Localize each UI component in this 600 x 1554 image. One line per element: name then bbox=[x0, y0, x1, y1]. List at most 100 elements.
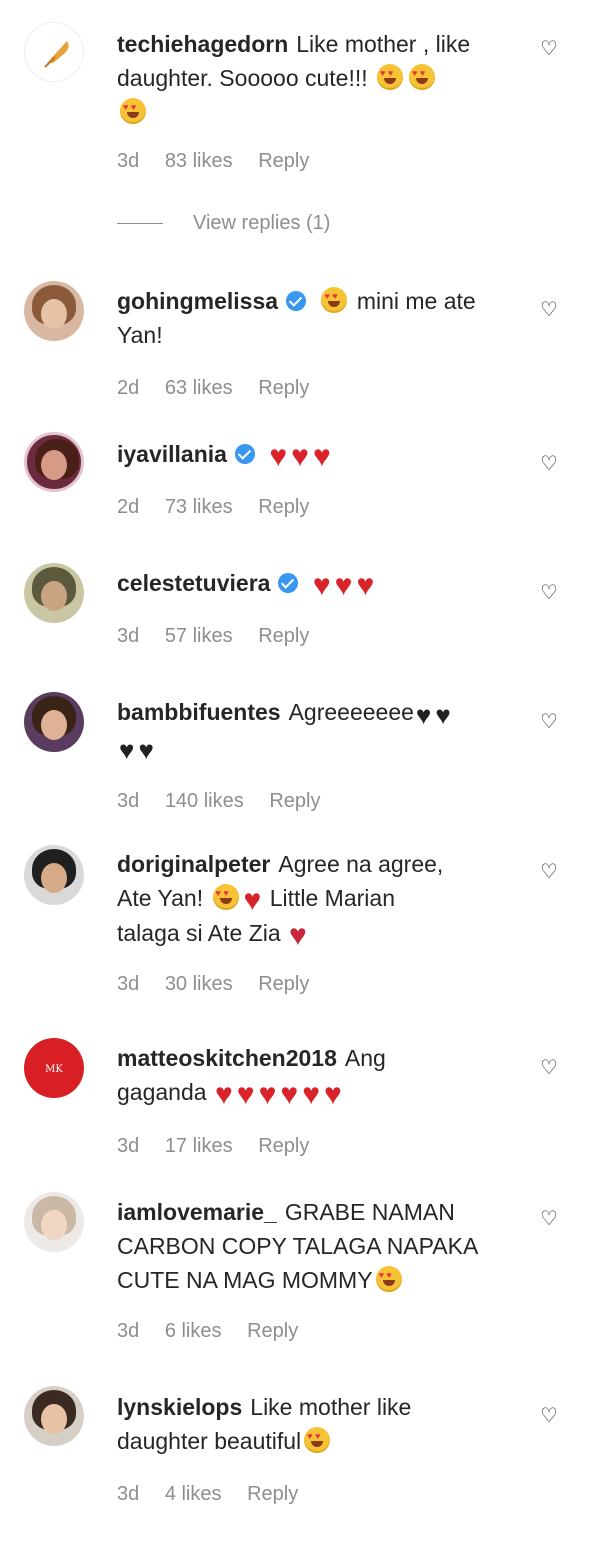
like-count[interactable]: 83 likes bbox=[165, 150, 233, 172]
smiling-face-with-hearts-icon bbox=[377, 64, 404, 90]
comment-body: matteoskitchen2018 Ang gaganda ♥ ♥ ♥ ♥ ♥ ♥ bbox=[117, 1041, 517, 1110]
username[interactable]: bambbifuentes bbox=[117, 699, 281, 725]
reply-button[interactable]: Reply bbox=[247, 1320, 298, 1342]
comment-time: 2d bbox=[117, 496, 140, 518]
comment-meta: 3d 83 likes Reply bbox=[117, 150, 329, 173]
comment-body: lynskielops Like mother like daughter bea… bbox=[117, 1390, 517, 1458]
like-count[interactable]: 4 likes bbox=[165, 1483, 222, 1505]
comment-body: doriginalpeter Agree na agree, Ate Yan! ♥… bbox=[117, 847, 517, 951]
comment-body: techiehagedorn Like mother , like daughte… bbox=[117, 27, 517, 129]
username[interactable]: matteoskitchen2018 bbox=[117, 1045, 337, 1071]
feather-logo-icon bbox=[44, 41, 69, 68]
reply-button[interactable]: Reply bbox=[258, 496, 309, 518]
heart-outline-icon[interactable]: ♡ bbox=[538, 861, 560, 883]
username[interactable]: lynskielops bbox=[117, 1394, 242, 1420]
comment-meta: 3d 140 likes Reply bbox=[117, 790, 340, 813]
comment-text: Little Marian bbox=[269, 885, 395, 911]
reply-button[interactable]: Reply bbox=[258, 150, 309, 172]
avatar[interactable] bbox=[24, 692, 84, 752]
comment-text: gaganda bbox=[117, 1079, 207, 1105]
username[interactable]: doriginalpeter bbox=[117, 851, 270, 877]
comment-time: 3d bbox=[117, 1483, 140, 1505]
smiling-face-with-hearts-icon bbox=[120, 98, 146, 124]
username[interactable]: techiehagedorn bbox=[117, 31, 288, 57]
comment-time: 3d bbox=[117, 790, 140, 812]
reply-button[interactable]: Reply bbox=[247, 1483, 298, 1505]
comment-text: Agreeeeeee bbox=[288, 699, 414, 725]
verified-badge-icon bbox=[234, 444, 255, 464]
reply-button[interactable]: Reply bbox=[269, 790, 320, 812]
verified-badge-icon bbox=[286, 291, 307, 311]
red-heart-icon: ♥ bbox=[324, 1078, 342, 1111]
red-heart-icon: ♥ bbox=[258, 1078, 277, 1111]
comment-text: mini me ate bbox=[356, 288, 476, 314]
comment-meta: 3d 57 likes Reply bbox=[117, 625, 329, 648]
comment-time: 3d bbox=[117, 1135, 140, 1157]
comment-time: 3d bbox=[117, 625, 140, 647]
heart-outline-icon[interactable]: ♡ bbox=[538, 711, 560, 733]
username[interactable]: celestetuviera bbox=[117, 570, 270, 596]
like-count[interactable]: 57 likes bbox=[165, 625, 233, 647]
svg-text:MK: MK bbox=[45, 1064, 63, 1075]
reply-button[interactable]: Reply bbox=[258, 377, 309, 399]
like-count[interactable]: 140 likes bbox=[165, 790, 244, 812]
comment-text: CARBON COPY TALAGA NAPAKA bbox=[117, 1233, 479, 1259]
avatar[interactable] bbox=[24, 1192, 84, 1252]
heart-outline-icon[interactable]: ♡ bbox=[538, 582, 560, 604]
red-heart-icon: ♥ bbox=[280, 1078, 299, 1111]
comment-text: Agree na agree, bbox=[278, 851, 444, 877]
heart-outline-icon[interactable]: ♡ bbox=[538, 1208, 560, 1230]
reply-button[interactable]: Reply bbox=[258, 625, 309, 647]
red-heart-icon: ♥ bbox=[302, 1078, 320, 1111]
black-heart-icon: ♥ bbox=[138, 735, 154, 765]
comment-text: Like mother , like bbox=[296, 31, 471, 57]
like-count[interactable]: 63 likes bbox=[165, 377, 233, 399]
comment-text: GRABE NAMAN bbox=[284, 1199, 455, 1225]
avatar[interactable] bbox=[24, 845, 84, 905]
heart-outline-icon[interactable]: ♡ bbox=[538, 453, 560, 475]
like-count[interactable]: 30 likes bbox=[165, 973, 233, 995]
verified-badge-icon bbox=[278, 573, 299, 593]
divider bbox=[117, 223, 163, 224]
heart-outline-icon[interactable]: ♡ bbox=[538, 38, 560, 60]
comment-time: 3d bbox=[117, 150, 140, 172]
like-count[interactable]: 17 likes bbox=[165, 1135, 233, 1157]
username[interactable]: iamlovemarie_ bbox=[117, 1199, 277, 1225]
avatar[interactable] bbox=[24, 22, 84, 82]
comment-meta: 3d 17 likes Reply bbox=[117, 1135, 329, 1158]
heart-outline-icon[interactable]: ♡ bbox=[538, 1057, 560, 1079]
comment-time: 3d bbox=[117, 973, 140, 995]
comment-meta: 3d 30 likes Reply bbox=[117, 973, 329, 996]
black-heart-icon: ♥ bbox=[415, 700, 432, 730]
heart-outline-icon[interactable]: ♡ bbox=[538, 299, 560, 321]
avatar[interactable] bbox=[24, 281, 84, 341]
comment-body: celestetuviera ♥ ♥ ♥ bbox=[117, 566, 517, 601]
comment-time: 2d bbox=[117, 377, 140, 399]
heart-eyes-face-icon bbox=[321, 287, 348, 313]
reply-button[interactable]: Reply bbox=[258, 1135, 309, 1157]
reply-button[interactable]: Reply bbox=[258, 973, 309, 995]
heart-outline-icon[interactable]: ♡ bbox=[538, 1405, 560, 1427]
red-heart-icon: ♥ bbox=[312, 440, 331, 473]
comment-meta: 3d 4 likes Reply bbox=[117, 1483, 318, 1506]
red-heart-icon: ♥ bbox=[356, 569, 375, 602]
comment-text: daughter beautiful bbox=[117, 1428, 302, 1454]
avatar[interactable] bbox=[24, 563, 84, 623]
avatar[interactable]: MK bbox=[24, 1038, 84, 1098]
heart-eyes-face-icon bbox=[304, 1427, 331, 1453]
comment-meta: 2d 73 likes Reply bbox=[117, 496, 329, 519]
red-heart-icon: ♥ bbox=[334, 569, 353, 602]
comment-body: bambbifuentes Agreeeeeee♥ ♥ ♥ ♥ bbox=[117, 695, 517, 765]
username[interactable]: gohingmelissa bbox=[117, 288, 278, 314]
comment-text: Like mother like bbox=[250, 1394, 412, 1420]
username[interactable]: iyavillania bbox=[117, 441, 227, 467]
like-count[interactable]: 6 likes bbox=[165, 1320, 222, 1342]
kitchen-logo-icon: MK bbox=[45, 1064, 63, 1075]
comment-text: Ate Yan! bbox=[117, 885, 204, 911]
avatar[interactable] bbox=[24, 432, 84, 492]
like-count[interactable]: 73 likes bbox=[165, 496, 233, 518]
comment-text: CUTE NA MAG MOMMY bbox=[117, 1267, 373, 1293]
view-replies-button[interactable]: View replies (1) bbox=[117, 212, 330, 235]
avatar[interactable] bbox=[24, 1386, 84, 1446]
heart-eyes-face-icon bbox=[375, 1266, 402, 1292]
